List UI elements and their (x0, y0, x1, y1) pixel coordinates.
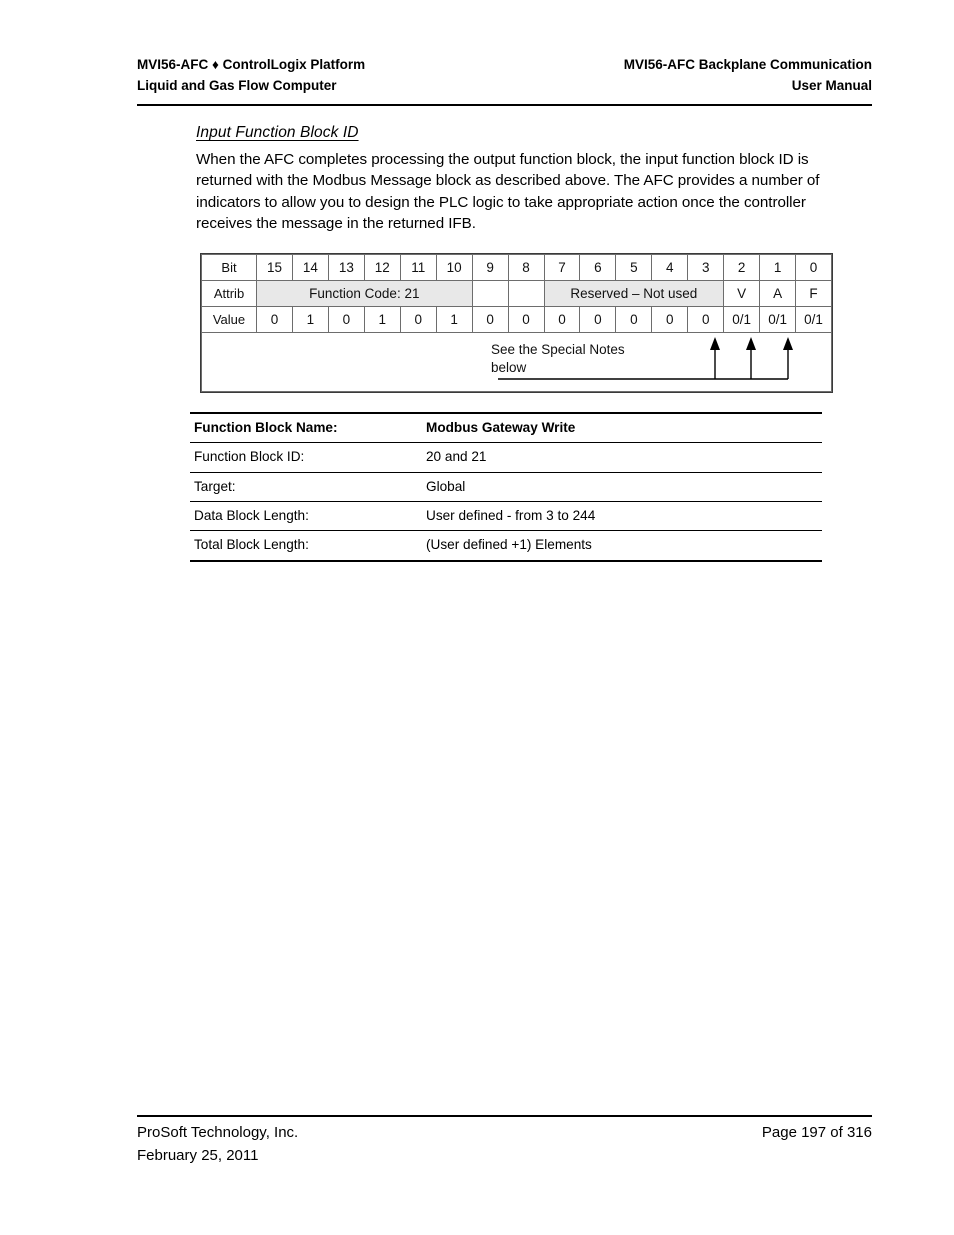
header-divider-rule (137, 104, 872, 106)
bit-row-label: Bit (201, 254, 257, 281)
bit-number-cell: 12 (363, 254, 401, 281)
section-paragraph: When the AFC completes processing the ou… (196, 151, 820, 233)
bit-attribute-cell (471, 280, 509, 307)
bit-number-cell: 10 (435, 254, 473, 281)
special-notes-row: See the Special Notes below (201, 332, 832, 392)
bit-attribute-cell: F (795, 280, 832, 307)
bit-value-cell: 1 (363, 306, 401, 333)
bit-number-cell: 0 (795, 254, 832, 281)
bit-number-cell: 11 (399, 254, 437, 281)
page-footer: ProSoft Technology, Inc. February 25, 20… (137, 1122, 872, 1167)
table-row: Target: Global (190, 472, 822, 502)
header-right-block: MVI56-AFC Backplane Communication User M… (624, 55, 872, 97)
info-row-value: Modbus Gateway Write (422, 412, 822, 444)
bit-attribute-cell: Function Code: 21 (256, 280, 473, 307)
bit-value-cell: 0/1 (759, 306, 797, 333)
table-row: Function Block ID: 20 and 21 (190, 442, 822, 473)
info-row-label: Data Block Length: (190, 501, 422, 532)
bit-value-cell: 0 (651, 306, 689, 333)
bit-value-cell: 0 (256, 306, 293, 333)
bit-number-cell: 7 (543, 254, 581, 281)
header-product-line: MVI56-AFC ♦ ControlLogix Platform (137, 57, 366, 72)
bit-number-cell: 1 (759, 254, 797, 281)
bit-number-cell: 6 (579, 254, 617, 281)
bit-attribute-cell: A (759, 280, 797, 307)
bit-number-cell: 2 (723, 254, 761, 281)
table-row: Total Block Length: (User defined +1) Ele… (190, 530, 822, 562)
special-notes-line1: See the Special Notes (491, 342, 625, 357)
info-row-label: Target: (190, 472, 422, 502)
bit-layout-table: Bit 15 14 13 12 11 10 9 8 7 6 5 4 3 2 1 0 Attrib Function… (200, 253, 833, 393)
bit-value-cell: 0 (399, 306, 437, 333)
attrib-row: Attrib Function Code: 21 Reserved – Not us… (201, 280, 832, 307)
info-row-value: User defined - from 3 to 244 (422, 501, 822, 532)
footer-company: ProSoft Technology, Inc. (137, 1124, 299, 1141)
bit-value-cell: 0 (615, 306, 653, 333)
function-block-info-table: Function Block Name: Modbus Gateway Write… (190, 412, 822, 562)
bit-value-cell: 0 (507, 306, 545, 333)
info-row-label: Total Block Length: (190, 530, 422, 562)
table-row: Data Block Length: User defined - from 3 … (190, 501, 822, 532)
info-row-label: Function Block ID: (190, 442, 422, 473)
footer-divider-rule (137, 1115, 872, 1117)
page-header: MVI56-AFC ♦ ControlLogix Platform Liquid… (137, 55, 872, 97)
value-row: Value 0 1 0 1 0 1 0 0 0 0 0 0 0 0/1 0/1 0/1 (201, 306, 832, 333)
header-chapter-line: MVI56-AFC Backplane Communication (623, 57, 872, 72)
info-row-label: Function Block Name: (190, 412, 422, 444)
bit-number-cell: 3 (687, 254, 725, 281)
bit-number-cell: 4 (651, 254, 689, 281)
footer-right-block: Page 197 of 316 (762, 1122, 872, 1145)
page-content: Input Function Block ID When the AFC com… (196, 124, 876, 235)
bit-number-cell: 8 (507, 254, 545, 281)
bit-attribute-cell (507, 280, 545, 307)
bit-number-cell: 14 (291, 254, 329, 281)
bit-attribute-cell: V (723, 280, 761, 307)
footer-page-number: Page 197 of 316 (761, 1124, 872, 1141)
bit-row: Bit 15 14 13 12 11 10 9 8 7 6 5 4 3 2 1 0 (201, 254, 832, 281)
info-row-value: Global (422, 472, 822, 502)
value-row-label: Value (201, 306, 257, 333)
section-heading: Input Function Block ID (196, 124, 359, 141)
footer-date: February 25, 2011 (137, 1146, 259, 1164)
bit-value-cell: 0 (687, 306, 725, 333)
bit-attribute-cell: Reserved – Not used (543, 280, 725, 307)
header-subtitle-line: Liquid and Gas Flow Computer (137, 77, 337, 93)
bit-number-cell: 15 (256, 254, 293, 281)
bit-value-cell: 1 (291, 306, 329, 333)
attrib-row-label: Attrib (201, 280, 257, 307)
table-row: Function Block Name: Modbus Gateway Write (190, 412, 822, 444)
header-left-block: MVI56-AFC ♦ ControlLogix Platform Liquid… (137, 55, 365, 97)
bit-value-cell: 0 (327, 306, 365, 333)
bit-number-cell: 13 (327, 254, 365, 281)
bit-value-cell: 0 (471, 306, 509, 333)
special-notes-text: See the Special Notes below (491, 341, 625, 377)
bit-number-cell: 9 (471, 254, 509, 281)
bit-value-cell: 0/1 (795, 306, 832, 333)
bit-value-cell: 0/1 (723, 306, 761, 333)
bit-number-cell: 5 (615, 254, 653, 281)
bit-value-cell: 0 (543, 306, 581, 333)
bit-value-cell: 0 (579, 306, 617, 333)
info-row-value: (User defined +1) Elements (422, 530, 822, 562)
info-row-value: 20 and 21 (422, 442, 822, 473)
footer-left-block: ProSoft Technology, Inc. February 25, 20… (137, 1122, 298, 1167)
special-notes-line2: below (491, 359, 527, 375)
header-doctype-line: User Manual (791, 77, 872, 93)
bit-value-cell: 1 (435, 306, 473, 333)
